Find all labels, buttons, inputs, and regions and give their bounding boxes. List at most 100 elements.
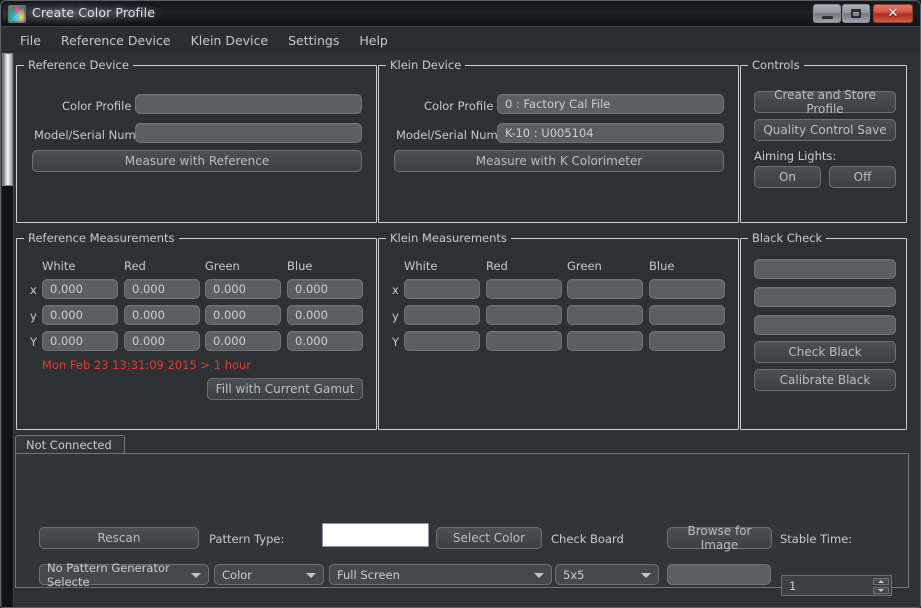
ref-cap-y-white-field[interactable]: 0.000 — [42, 331, 118, 351]
ref-cap-y-red-field[interactable]: 0.000 — [124, 331, 200, 351]
select-color-button[interactable]: Select Color — [436, 527, 542, 549]
klein-col-header-white: White — [404, 259, 438, 273]
ref-y-blue-field[interactable]: 0.000 — [287, 305, 363, 325]
klein-x-white-field[interactable] — [404, 279, 480, 299]
klein-row-axis-cap-y: Y — [392, 335, 400, 349]
chevron-down-icon — [641, 572, 651, 578]
image-path-field[interactable] — [667, 564, 771, 585]
pattern-type-label: Pattern Type: — [209, 532, 285, 546]
ref-y-green-field[interactable]: 0.000 — [205, 305, 281, 325]
ref-x-blue-field[interactable]: 0.000 — [287, 279, 363, 299]
close-button[interactable]: ✕ — [873, 4, 913, 23]
calibrate-black-button[interactable]: Calibrate Black — [754, 369, 896, 391]
reference-device-legend: Reference Device — [24, 58, 133, 72]
maximize-icon — [851, 9, 861, 18]
klein-color-profile-field[interactable]: 0 : Factory Cal File — [497, 94, 724, 114]
ref-row-axis-y: y — [30, 309, 37, 323]
color-mode-combo[interactable]: Color — [214, 564, 324, 585]
rescan-button[interactable]: Rescan — [39, 527, 199, 549]
checkboard-size-combo-value: 5x5 — [563, 567, 585, 582]
quality-control-save-button[interactable]: Quality Control Save — [754, 119, 896, 141]
stable-time-value: 1 — [789, 578, 797, 593]
reference-model-serial-field[interactable] — [135, 123, 362, 143]
reference-measurements-legend: Reference Measurements — [24, 231, 179, 245]
chevron-down-icon — [191, 572, 201, 578]
fill-with-current-gamut-button[interactable]: Fill with Current Gamut — [207, 378, 363, 400]
black-check-group: Black Check Check Black Calibrate Black — [740, 231, 907, 430]
create-and-store-profile-button[interactable]: Create and Store Profile — [754, 88, 896, 116]
reference-color-profile-field[interactable] — [135, 94, 362, 114]
black-check-legend: Black Check — [748, 231, 827, 245]
close-icon: ✕ — [887, 6, 899, 21]
klein-measurements-legend: Klein Measurements — [386, 231, 511, 245]
minimize-icon — [821, 15, 833, 19]
browse-for-image-button[interactable]: Browse for Image — [667, 524, 772, 552]
klein-x-blue-field[interactable] — [649, 279, 725, 299]
measure-with-k-colorimeter-button[interactable]: Measure with K Colorimeter — [394, 150, 724, 172]
controls-legend: Controls — [748, 58, 804, 72]
tab-not-connected-label: Not Connected — [26, 438, 112, 452]
klein-cap-y-green-field[interactable] — [567, 331, 643, 351]
screen-mode-combo[interactable]: Full Screen — [329, 564, 552, 585]
ref-row-axis-x: x — [30, 283, 37, 297]
black-check-readout-2[interactable] — [754, 287, 896, 307]
ref-cap-y-green-field[interactable]: 0.000 — [205, 331, 281, 351]
window-title: Create Color Profile — [32, 5, 155, 20]
reference-color-profile-label: Color Profile — [62, 99, 132, 113]
menu-bar: File Reference Device Klein Device Setti… — [2, 28, 920, 53]
pattern-generator-combo[interactable]: No Pattern Generator Selecte — [39, 561, 209, 589]
check-board-label: Check Board — [551, 532, 624, 546]
stable-time-spin-buttons — [873, 578, 889, 594]
black-check-readout-3[interactable] — [754, 315, 896, 335]
klein-y-green-field[interactable] — [567, 305, 643, 325]
aiming-lights-on-button[interactable]: On — [754, 166, 821, 188]
check-black-button[interactable]: Check Black — [754, 341, 896, 363]
stable-time-decrement-button[interactable] — [873, 587, 889, 594]
reference-timestamp-warning: Mon Feb 23 13:31:09 2015 > 1 hour — [42, 358, 252, 372]
color-mode-combo-value: Color — [222, 567, 253, 582]
maximize-button[interactable] — [842, 4, 870, 23]
klein-device-legend: Klein Device — [386, 58, 466, 72]
klein-x-green-field[interactable] — [567, 279, 643, 299]
tab-not-connected[interactable]: Not Connected — [15, 435, 125, 454]
klein-x-red-field[interactable] — [486, 279, 562, 299]
application-window: Create Color Profile ✕ File Reference De… — [0, 0, 921, 608]
klein-cap-y-red-field[interactable] — [486, 331, 562, 351]
ref-y-red-field[interactable]: 0.000 — [124, 305, 200, 325]
ref-cap-y-blue-field[interactable]: 0.000 — [287, 331, 363, 351]
klein-row-axis-x: x — [392, 283, 399, 297]
stable-time-increment-button[interactable] — [873, 578, 889, 585]
menu-item-help[interactable]: Help — [349, 30, 398, 51]
klein-model-serial-field[interactable]: K-10 : U005104 — [497, 123, 724, 143]
ref-x-white-field[interactable]: 0.000 — [42, 279, 118, 299]
pattern-color-swatch[interactable] — [322, 523, 429, 547]
vertical-scrollbar-track[interactable] — [2, 53, 14, 607]
color-gamut-icon — [8, 5, 26, 23]
screen-mode-combo-value: Full Screen — [337, 567, 400, 582]
ref-row-axis-cap-y: Y — [30, 335, 38, 349]
aiming-lights-off-button[interactable]: Off — [829, 166, 896, 188]
minimize-button[interactable] — [813, 4, 841, 23]
menu-item-klein-device[interactable]: Klein Device — [181, 30, 278, 51]
klein-cap-y-white-field[interactable] — [404, 331, 480, 351]
title-bar: Create Color Profile ✕ — [1, 1, 920, 27]
black-check-readout-1[interactable] — [754, 259, 896, 279]
menu-item-reference-device[interactable]: Reference Device — [51, 30, 181, 51]
ref-x-green-field[interactable]: 0.000 — [205, 279, 281, 299]
klein-y-white-field[interactable] — [404, 305, 480, 325]
ref-col-header-red: Red — [124, 259, 146, 273]
menu-item-settings[interactable]: Settings — [278, 30, 349, 51]
reference-measurements-group: Reference Measurements White Red Green B… — [16, 231, 377, 430]
reference-device-group: Reference Device Color Profile Model/Ser… — [16, 58, 377, 223]
klein-y-red-field[interactable] — [486, 305, 562, 325]
vertical-scrollbar-thumb[interactable] — [2, 53, 13, 186]
stable-time-spinner[interactable]: 1 — [781, 575, 892, 596]
stable-time-label: Stable Time: — [780, 532, 853, 546]
menu-item-file[interactable]: File — [10, 30, 51, 51]
ref-y-white-field[interactable]: 0.000 — [42, 305, 118, 325]
measure-with-reference-button[interactable]: Measure with Reference — [32, 150, 362, 172]
klein-cap-y-blue-field[interactable] — [649, 331, 725, 351]
checkboard-size-combo[interactable]: 5x5 — [555, 564, 659, 585]
ref-x-red-field[interactable]: 0.000 — [124, 279, 200, 299]
klein-y-blue-field[interactable] — [649, 305, 725, 325]
